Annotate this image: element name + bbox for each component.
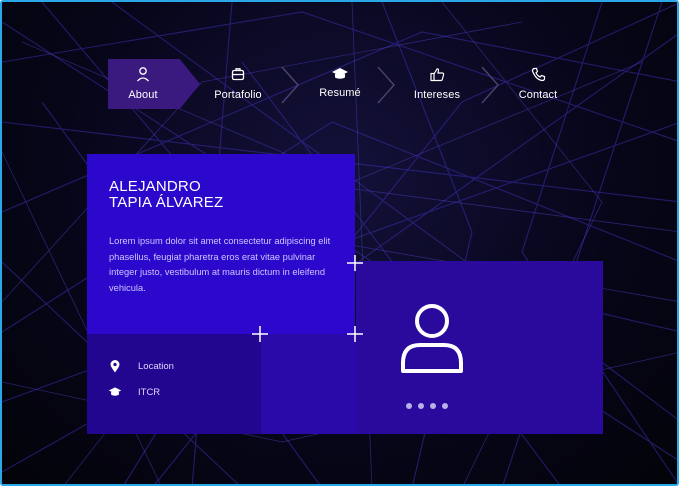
map-pin-icon — [108, 360, 122, 373]
school-label: ITCR — [138, 386, 161, 398]
app-window: About Portafolio Resumé Intereses Contac… — [0, 0, 679, 486]
thumbs-up-icon — [429, 65, 445, 83]
nav-item-intereses[interactable]: Intereses — [405, 59, 469, 109]
user-outline-icon — [401, 304, 463, 373]
profile-name: ALEJANDRO TAPIA ÁLVAREZ — [109, 179, 223, 211]
profile-name-line2: TAPIA ÁLVAREZ — [109, 194, 224, 211]
school-row: ITCR — [108, 386, 160, 398]
location-row: Location — [108, 360, 174, 373]
carousel-dot[interactable] — [442, 403, 448, 409]
nav-label-intereses: Intereses — [413, 89, 461, 101]
nav-separator-chevron — [481, 66, 499, 104]
plus-icon — [347, 255, 363, 271]
profile-name-line1: ALEJANDRO — [109, 178, 201, 195]
carousel-dot[interactable] — [430, 403, 436, 409]
carousel-dot[interactable] — [418, 403, 424, 409]
plus-icon — [252, 326, 268, 342]
nav-label-resume: Resumé — [319, 87, 361, 99]
main-nav: About Portafolio Resumé Intereses Contac… — [108, 59, 578, 109]
nav-label-portafolio: Portafolio — [214, 89, 262, 101]
decorative-panel — [261, 334, 356, 434]
graduation-cap-icon — [108, 386, 122, 398]
nav-separator-chevron — [281, 66, 299, 104]
nav-label-about: About — [128, 89, 158, 101]
profile-card: ALEJANDRO TAPIA ÁLVAREZ Lorem ipsum dolo… — [87, 154, 355, 334]
nav-item-portafolio[interactable]: Portafolio — [206, 59, 270, 109]
nav-item-contact[interactable]: Contact — [506, 59, 570, 109]
graduation-cap-icon — [331, 65, 349, 83]
profile-info-panel: Location ITCR — [87, 334, 261, 434]
phone-icon — [531, 65, 546, 83]
nav-separator-chevron — [377, 66, 395, 104]
nav-label-contact: Contact — [518, 89, 558, 101]
briefcase-icon — [231, 65, 245, 83]
nav-item-about[interactable]: About — [108, 59, 200, 109]
user-icon — [136, 65, 150, 83]
location-label: Location — [138, 361, 174, 372]
nav-item-resume[interactable]: Resumé — [308, 59, 372, 109]
carousel-dots — [406, 403, 448, 409]
carousel-dot[interactable] — [406, 403, 412, 409]
avatar-card — [356, 261, 603, 434]
profile-bio: Lorem ipsum dolor sit amet consectetur a… — [109, 236, 331, 293]
plus-icon — [347, 326, 363, 342]
